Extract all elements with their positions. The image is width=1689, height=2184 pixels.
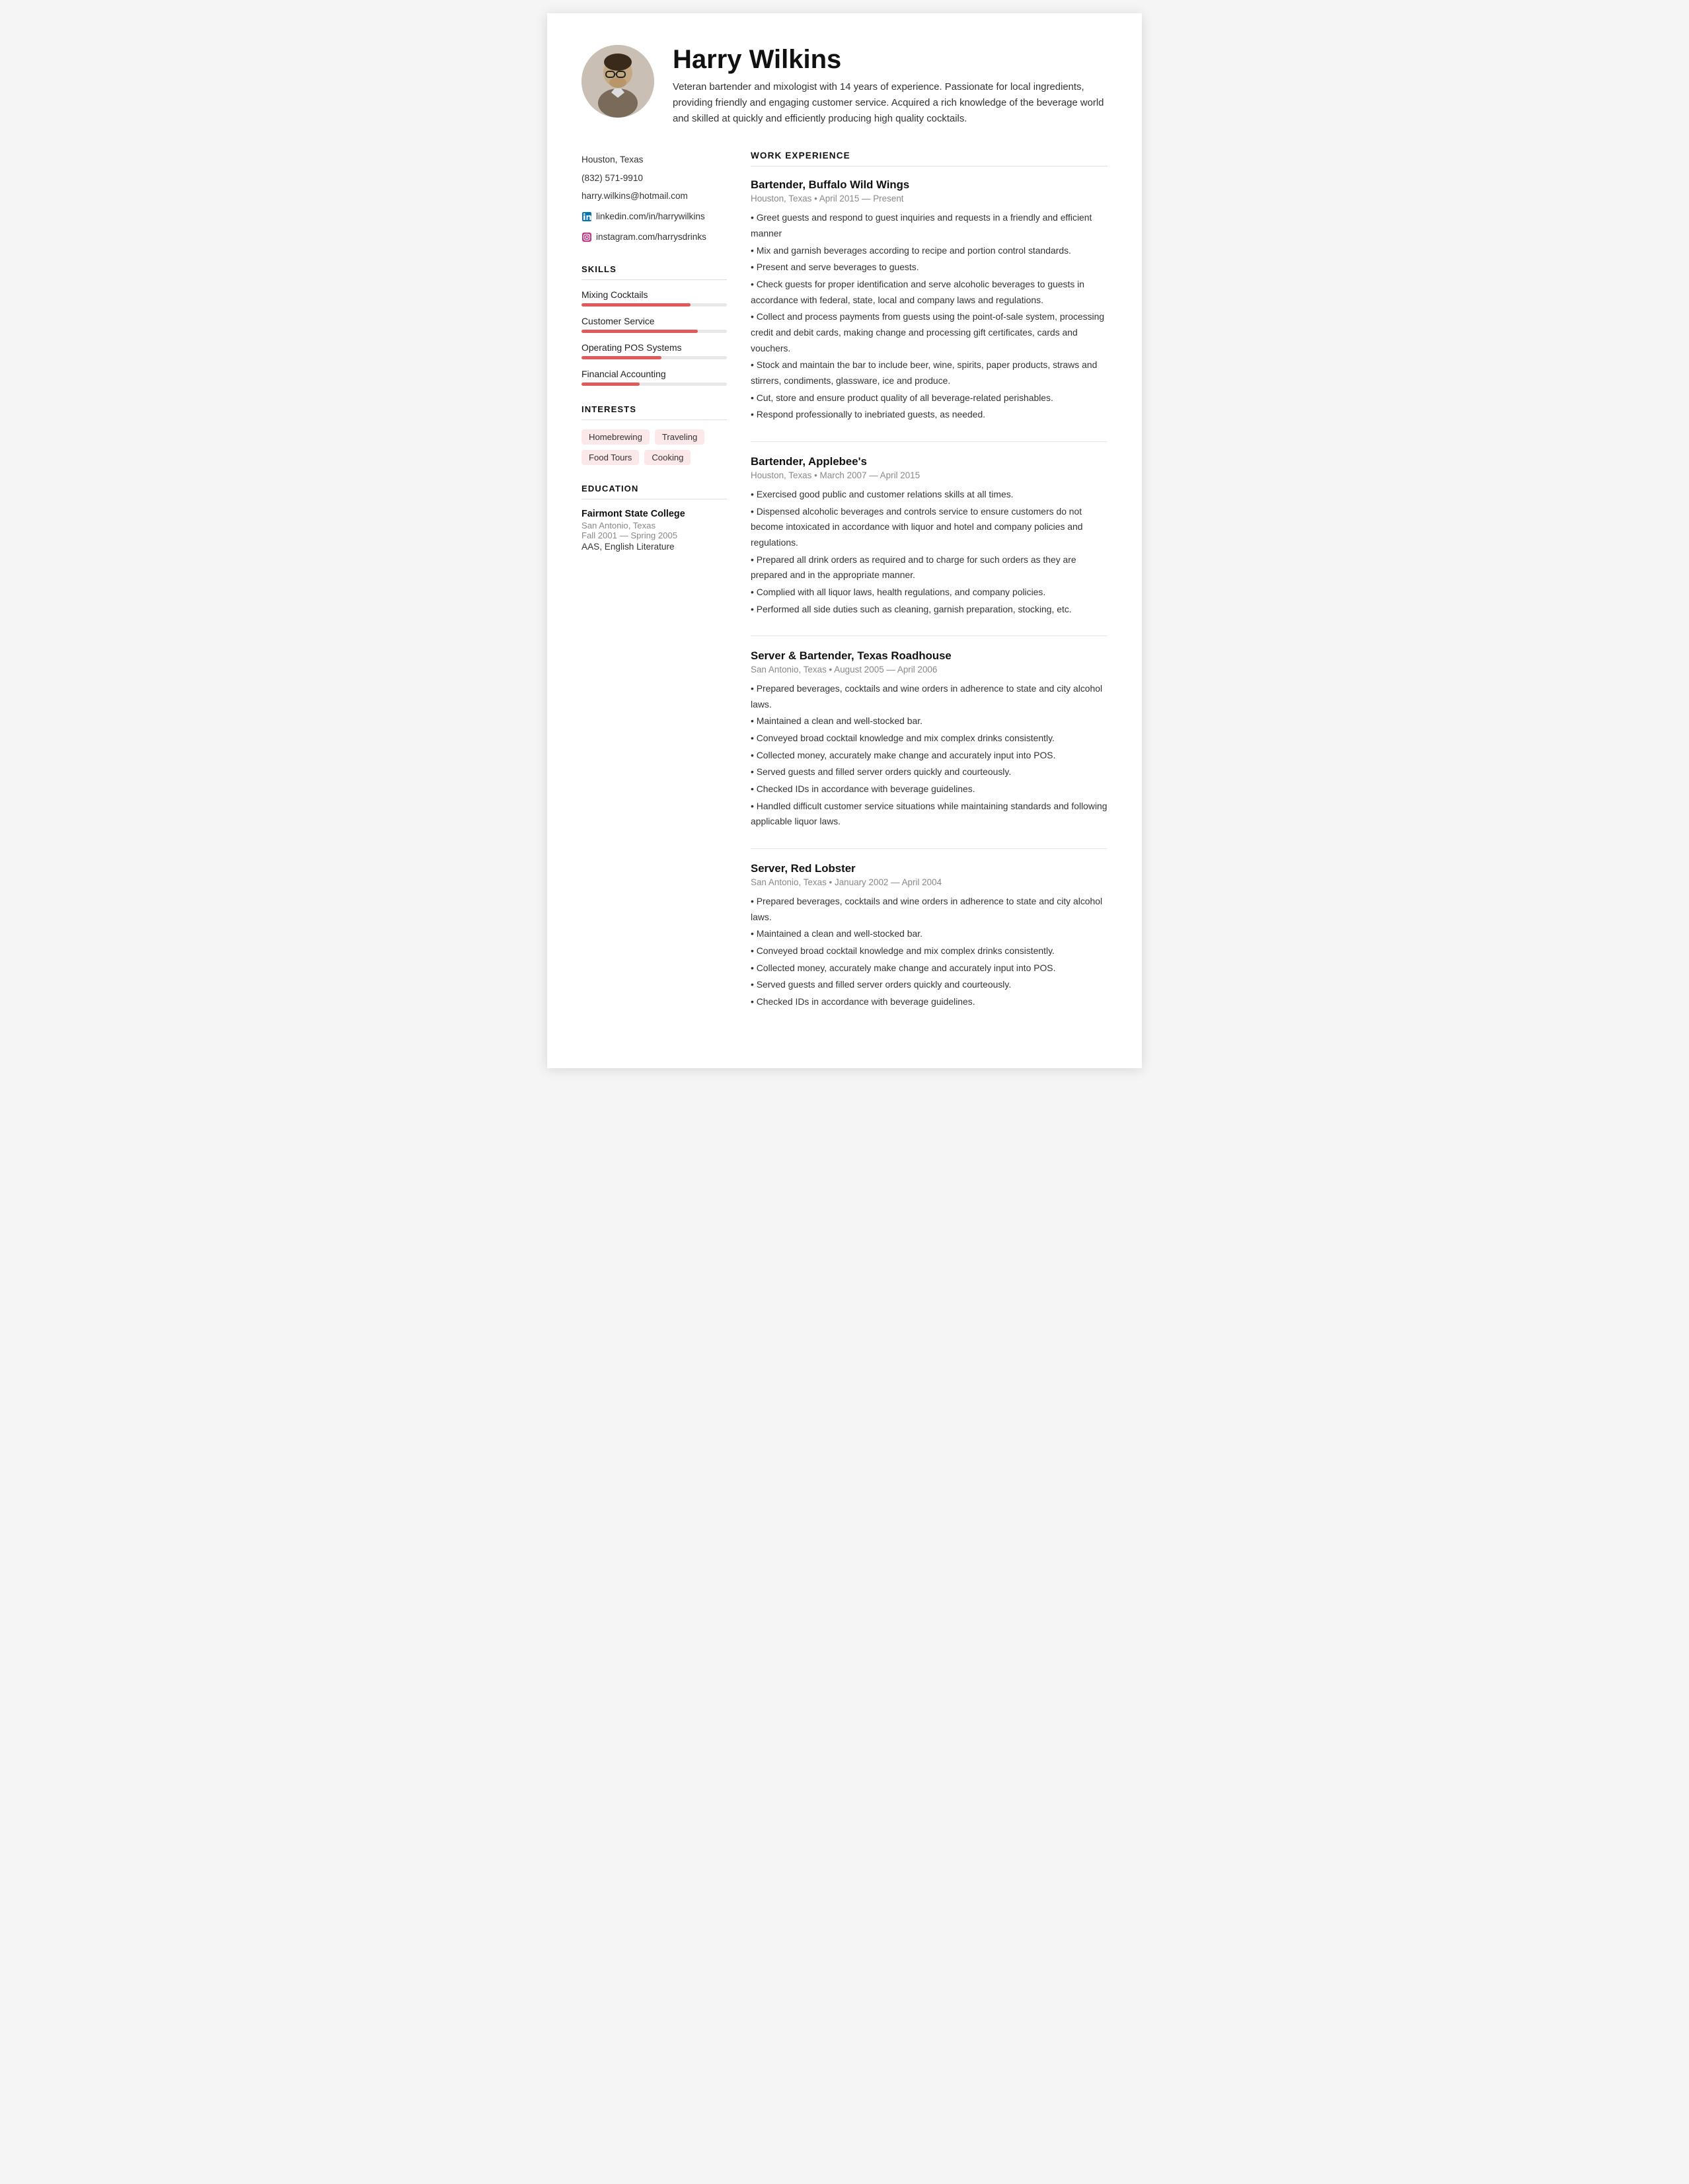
skill-item: Customer Service bbox=[582, 316, 727, 333]
contact-instagram: instagram.com/harrysdrinks bbox=[582, 228, 727, 246]
jobs-list: Bartender, Buffalo Wild Wings Houston, Te… bbox=[751, 178, 1107, 1009]
interest-tag: Traveling bbox=[655, 429, 704, 445]
job-meta: San Antonio, Texas • January 2002 — Apri… bbox=[751, 877, 1107, 887]
interests-tags: Homebrewing Traveling Food Tours Cooking bbox=[582, 429, 727, 465]
contact-email: harry.wilkins@hotmail.com bbox=[582, 187, 727, 205]
skill-name: Financial Accounting bbox=[582, 369, 727, 379]
skill-name: Customer Service bbox=[582, 316, 727, 326]
job-separator bbox=[751, 441, 1107, 442]
skills-title: SKILLS bbox=[582, 264, 727, 274]
job-meta: Houston, Texas • March 2007 — April 2015 bbox=[751, 470, 1107, 480]
edu-degree: AAS, English Literature bbox=[582, 542, 727, 552]
candidate-name: Harry Wilkins bbox=[673, 45, 1107, 75]
skill-item: Mixing Cocktails bbox=[582, 289, 727, 307]
job-bullet: • Conveyed broad cocktail knowledge and … bbox=[751, 943, 1107, 959]
instagram-icon bbox=[582, 232, 592, 242]
right-column: WORK EXPERIENCE Bartender, Buffalo Wild … bbox=[751, 151, 1107, 1028]
work-title: WORK EXPERIENCE bbox=[751, 151, 1107, 161]
job-bullet: • Mix and garnish beverages according to… bbox=[751, 243, 1107, 259]
edu-dates: Fall 2001 — Spring 2005 bbox=[582, 530, 727, 540]
job-bullet: • Checked IDs in accordance with beverag… bbox=[751, 994, 1107, 1010]
skill-item: Financial Accounting bbox=[582, 369, 727, 386]
contact-city: Houston, Texas bbox=[582, 151, 727, 168]
job-bullet: • Served guests and filled server orders… bbox=[751, 977, 1107, 993]
job-block: Bartender, Applebee's Houston, Texas • Ma… bbox=[751, 455, 1107, 617]
job-block: Server, Red Lobster San Antonio, Texas • … bbox=[751, 862, 1107, 1010]
job-bullet: • Collected money, accurately make chang… bbox=[751, 748, 1107, 764]
education-block: Fairmont State College San Antonio, Texa… bbox=[582, 509, 727, 552]
job-block: Server & Bartender, Texas Roadhouse San A… bbox=[751, 649, 1107, 830]
job-separator bbox=[751, 848, 1107, 849]
candidate-summary: Veteran bartender and mixologist with 14… bbox=[673, 80, 1107, 127]
skill-bar-fill bbox=[582, 356, 661, 359]
job-title: Server & Bartender, Texas Roadhouse bbox=[751, 649, 1107, 663]
interests-divider bbox=[582, 419, 727, 420]
avatar bbox=[582, 45, 654, 118]
job-bullet: • Prepared beverages, cocktails and wine… bbox=[751, 894, 1107, 925]
job-bullets: • Prepared beverages, cocktails and wine… bbox=[751, 894, 1107, 1010]
skill-bar-fill bbox=[582, 303, 691, 307]
skills-divider bbox=[582, 279, 727, 280]
job-bullet: • Prepared beverages, cocktails and wine… bbox=[751, 681, 1107, 712]
job-bullet: • Present and serve beverages to guests. bbox=[751, 260, 1107, 275]
job-bullet: • Check guests for proper identification… bbox=[751, 277, 1107, 308]
job-bullet: • Maintained a clean and well-stocked ba… bbox=[751, 713, 1107, 729]
job-bullet: • Dispensed alcoholic beverages and cont… bbox=[751, 504, 1107, 551]
job-title: Bartender, Buffalo Wild Wings bbox=[751, 178, 1107, 192]
skill-bar-fill bbox=[582, 330, 698, 333]
job-title: Bartender, Applebee's bbox=[751, 455, 1107, 468]
job-bullet: • Cut, store and ensure product quality … bbox=[751, 390, 1107, 406]
interest-tag: Food Tours bbox=[582, 450, 639, 465]
left-column: Houston, Texas (832) 571-9910 harry.wilk… bbox=[582, 151, 727, 1028]
contact-phone: (832) 571-9910 bbox=[582, 169, 727, 187]
body-section: Houston, Texas (832) 571-9910 harry.wilk… bbox=[582, 151, 1107, 1028]
job-bullet: • Handled difficult customer service sit… bbox=[751, 799, 1107, 830]
job-title: Server, Red Lobster bbox=[751, 862, 1107, 875]
linkedin-url: linkedin.com/in/harrywilkins bbox=[596, 207, 705, 225]
skills-list: Mixing Cocktails Customer Service Operat… bbox=[582, 289, 727, 386]
job-bullet: • Checked IDs in accordance with beverag… bbox=[751, 782, 1107, 797]
job-bullet: • Prepared all drink orders as required … bbox=[751, 552, 1107, 583]
edu-school: Fairmont State College bbox=[582, 509, 727, 519]
education-title: EDUCATION bbox=[582, 484, 727, 493]
interest-tag: Homebrewing bbox=[582, 429, 650, 445]
job-bullet: • Exercised good public and customer rel… bbox=[751, 487, 1107, 503]
skill-name: Mixing Cocktails bbox=[582, 289, 727, 300]
job-block: Bartender, Buffalo Wild Wings Houston, Te… bbox=[751, 178, 1107, 423]
skill-bar-bg bbox=[582, 303, 727, 307]
skill-bar-fill bbox=[582, 382, 640, 386]
job-bullet: • Stock and maintain the bar to include … bbox=[751, 357, 1107, 388]
instagram-url: instagram.com/harrysdrinks bbox=[596, 228, 706, 246]
job-meta: San Antonio, Texas • August 2005 — April… bbox=[751, 665, 1107, 674]
interests-title: INTERESTS bbox=[582, 404, 727, 414]
job-bullets: • Exercised good public and customer rel… bbox=[751, 487, 1107, 617]
skill-bar-bg bbox=[582, 382, 727, 386]
job-bullets: • Greet guests and respond to guest inqu… bbox=[751, 210, 1107, 423]
interest-tag: Cooking bbox=[644, 450, 691, 465]
job-bullet: • Collected money, accurately make chang… bbox=[751, 961, 1107, 976]
job-meta: Houston, Texas • April 2015 — Present bbox=[751, 194, 1107, 203]
job-bullet: • Served guests and filled server orders… bbox=[751, 764, 1107, 780]
linkedin-icon bbox=[582, 211, 592, 222]
contact-section: Houston, Texas (832) 571-9910 harry.wilk… bbox=[582, 151, 727, 246]
job-bullet: • Collect and process payments from gues… bbox=[751, 309, 1107, 356]
job-bullet: • Respond professionally to inebriated g… bbox=[751, 407, 1107, 423]
edu-location: San Antonio, Texas bbox=[582, 521, 727, 530]
job-bullet: • Conveyed broad cocktail knowledge and … bbox=[751, 731, 1107, 746]
skill-bar-bg bbox=[582, 356, 727, 359]
skill-item: Operating POS Systems bbox=[582, 342, 727, 359]
header-section: Harry Wilkins Veteran bartender and mixo… bbox=[582, 45, 1107, 127]
job-bullets: • Prepared beverages, cocktails and wine… bbox=[751, 681, 1107, 830]
skill-bar-bg bbox=[582, 330, 727, 333]
contact-linkedin: linkedin.com/in/harrywilkins bbox=[582, 207, 727, 225]
header-text: Harry Wilkins Veteran bartender and mixo… bbox=[673, 45, 1107, 127]
skill-name: Operating POS Systems bbox=[582, 342, 727, 353]
job-bullet: • Complied with all liquor laws, health … bbox=[751, 585, 1107, 601]
job-bullet: • Maintained a clean and well-stocked ba… bbox=[751, 926, 1107, 942]
job-bullet: • Performed all side duties such as clea… bbox=[751, 602, 1107, 618]
resume: Harry Wilkins Veteran bartender and mixo… bbox=[547, 13, 1142, 1068]
job-bullet: • Greet guests and respond to guest inqu… bbox=[751, 210, 1107, 241]
